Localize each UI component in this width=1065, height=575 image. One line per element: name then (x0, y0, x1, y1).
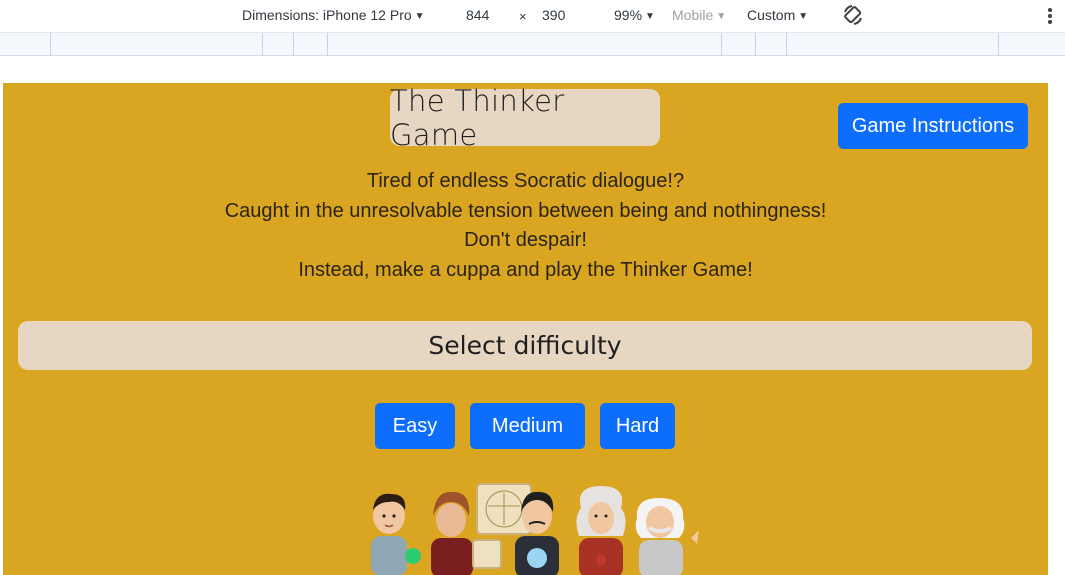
medium-button[interactable]: Medium (470, 403, 585, 449)
throttle-select-label: Custom (747, 7, 796, 23)
intro-text: Tired of endless Socratic dialogue!? Cau… (3, 167, 1048, 285)
intro-line: Instead, make a cuppa and play the Think… (298, 258, 753, 281)
caret-down-icon: ▼ (645, 11, 655, 22)
zoom-select[interactable]: 99% ▼ (614, 7, 655, 23)
thinker-figure-4 (576, 486, 626, 575)
media-query-bar[interactable] (0, 32, 1065, 56)
intro-line: Caught in the unresolvable tension betwe… (224, 199, 827, 222)
thinker-figure-2 (405, 491, 473, 575)
thinker-figure-5 (635, 498, 699, 575)
game-page: The Thinker Game Game Instructions Tired… (3, 83, 1048, 575)
more-vert-icon[interactable] (1047, 7, 1053, 25)
throttle-select[interactable]: Custom ▼ (747, 7, 808, 23)
thinker-figure-1 (371, 493, 407, 575)
devtools-device-toolbar: Dimensions: iPhone 12 Pro ▼ 844 × 390 99%… (0, 0, 1065, 32)
height-input[interactable]: 390 (542, 7, 565, 23)
caret-down-icon: ▼ (798, 11, 809, 22)
caret-down-icon: ▼ (716, 11, 727, 22)
width-input[interactable]: 844 (466, 7, 489, 23)
thinkers-illustration (371, 483, 699, 575)
game-instructions-button[interactable]: Game Instructions (838, 103, 1028, 149)
viewport-margin (0, 56, 1065, 83)
hard-button[interactable]: Hard (600, 403, 675, 449)
mobile-select-label: Mobile (672, 7, 714, 23)
dimension-times-icon: × (519, 9, 527, 24)
intro-line: Tired of endless Socratic dialogue!? (366, 170, 685, 192)
mobile-select[interactable]: Mobile ▼ (672, 7, 726, 23)
easy-button[interactable]: Easy (375, 403, 455, 449)
zoom-select-label: 99% (614, 7, 643, 23)
game-title: The Thinker Game (390, 84, 660, 152)
rotate-icon[interactable] (842, 4, 864, 26)
caret-down-icon: ▼ (414, 11, 425, 22)
intro-line: Don't despair! (464, 229, 587, 251)
device-select[interactable]: Dimensions: iPhone 12 Pro ▼ (242, 7, 425, 23)
difficulty-heading: Select difficulty (18, 321, 1032, 370)
device-select-label: Dimensions: iPhone 12 Pro (242, 7, 412, 23)
